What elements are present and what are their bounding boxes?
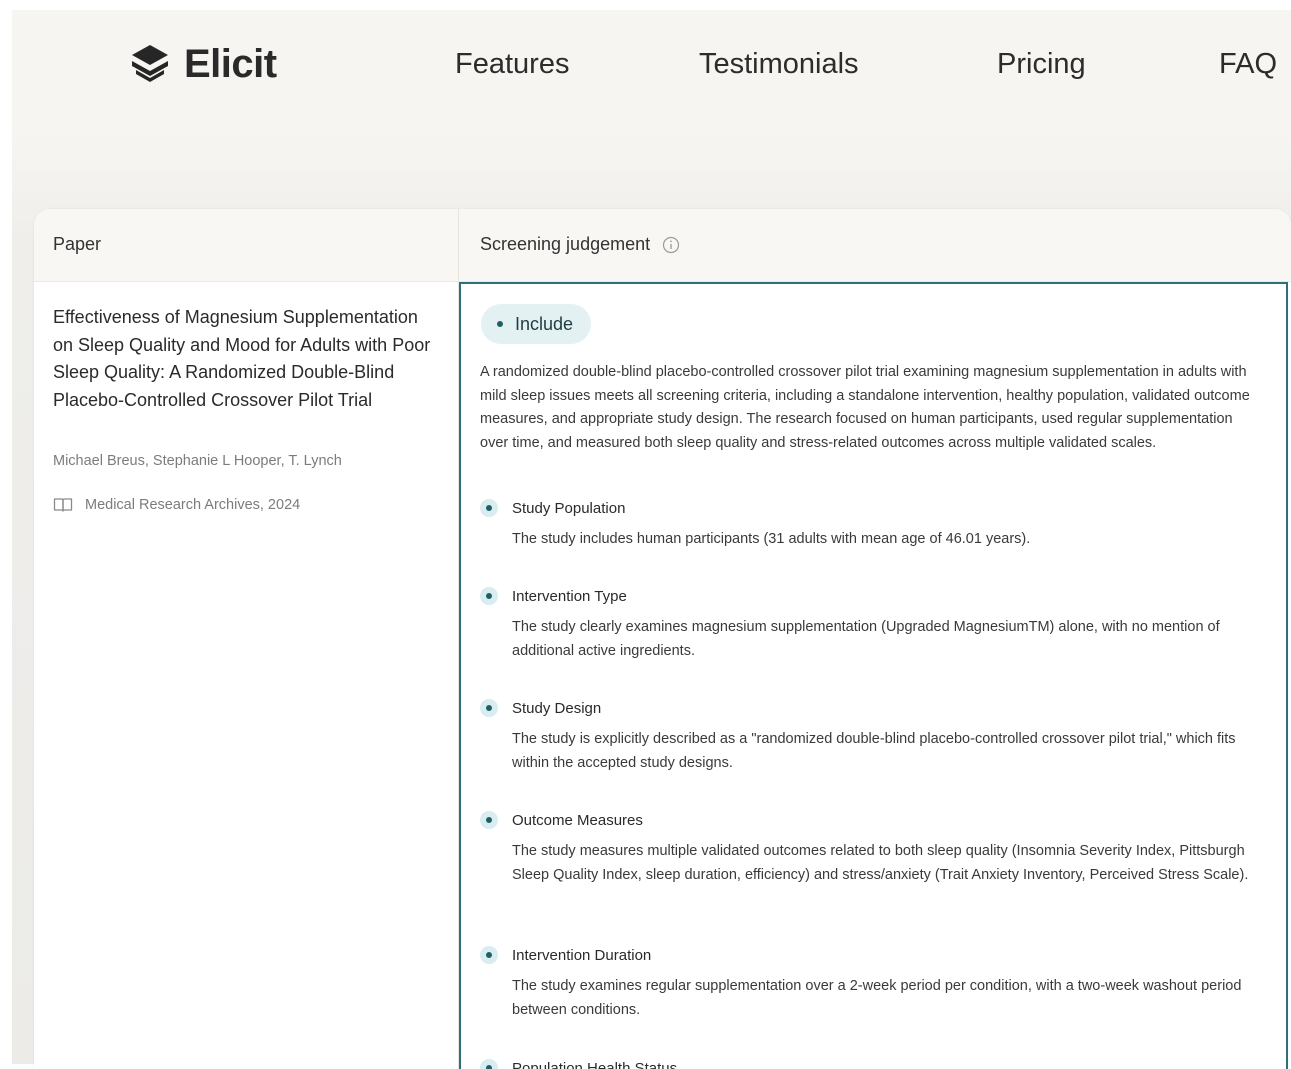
paper-title[interactable]: Effectiveness of Magnesium Supplementati… xyxy=(53,304,438,414)
criterion-dot-icon xyxy=(480,946,498,964)
table-header-row: Paper Screening judgement xyxy=(34,209,1291,282)
criterion-text: The study clearly examines magnesium sup… xyxy=(512,616,1260,663)
verdict-badge: Include xyxy=(481,304,591,344)
screening-judgement-cell[interactable]: Include A randomized double-blind placeb… xyxy=(459,282,1288,1069)
criterion-text: The study includes human participants (3… xyxy=(512,528,1260,552)
criterion-text: The study measures multiple validated ou… xyxy=(512,840,1260,887)
verdict-label: Include xyxy=(515,314,573,335)
elicit-logo[interactable]: Elicit xyxy=(128,42,277,86)
criterion-dot-icon xyxy=(480,587,498,605)
criterion-item: Outcome Measures The study measures mult… xyxy=(480,809,1260,887)
elicit-logo-icon xyxy=(128,42,172,86)
criterion-text: The study is explicitly described as a "… xyxy=(512,728,1260,775)
paper-journal: Medical Research Archives, 2024 xyxy=(53,497,300,513)
criterion-name: Study Population xyxy=(512,500,625,517)
column-header-screening: Screening judgement xyxy=(480,234,680,255)
top-navigation: Elicit Features Testimonials Pricing FAQ xyxy=(0,0,1291,130)
paper-journal-label: Medical Research Archives, 2024 xyxy=(85,497,300,513)
screening-table-card: Paper Screening judgement Effectiveness … xyxy=(34,209,1291,1069)
criterion-item: Study Population The study includes huma… xyxy=(480,497,1260,552)
verdict-dot-icon xyxy=(497,321,503,327)
book-icon xyxy=(53,497,73,513)
criterion-dot-icon xyxy=(480,1059,498,1069)
nav-link-features[interactable]: Features xyxy=(455,46,569,82)
criterion-dot-icon xyxy=(480,499,498,517)
brand-name: Elicit xyxy=(184,42,277,86)
nav-link-faq[interactable]: FAQ xyxy=(1219,46,1277,82)
paper-authors: Michael Breus, Stephanie L Hooper, T. Ly… xyxy=(53,453,342,469)
criterion-dot-icon xyxy=(480,811,498,829)
criterion-item: Population Health Status xyxy=(480,1057,1260,1069)
criterion-name: Outcome Measures xyxy=(512,812,643,829)
criterion-text: The study examines regular supplementati… xyxy=(512,975,1260,1022)
column-header-screening-label: Screening judgement xyxy=(480,234,650,255)
criterion-item: Intervention Type The study clearly exam… xyxy=(480,585,1260,663)
criterion-name: Intervention Type xyxy=(512,588,627,605)
criterion-name: Study Design xyxy=(512,700,601,717)
judgement-summary: A randomized double-blind placebo-contro… xyxy=(480,361,1258,455)
criterion-name: Intervention Duration xyxy=(512,947,651,964)
criterion-item: Study Design The study is explicitly des… xyxy=(480,697,1260,775)
nav-link-pricing[interactable]: Pricing xyxy=(997,46,1086,82)
criterion-item: Intervention Duration The study examines… xyxy=(480,944,1260,1022)
criterion-name: Population Health Status xyxy=(512,1060,677,1069)
info-icon[interactable] xyxy=(662,236,680,254)
nav-link-testimonials[interactable]: Testimonials xyxy=(699,46,859,82)
criterion-dot-icon xyxy=(480,699,498,717)
column-header-paper: Paper xyxy=(53,234,101,255)
